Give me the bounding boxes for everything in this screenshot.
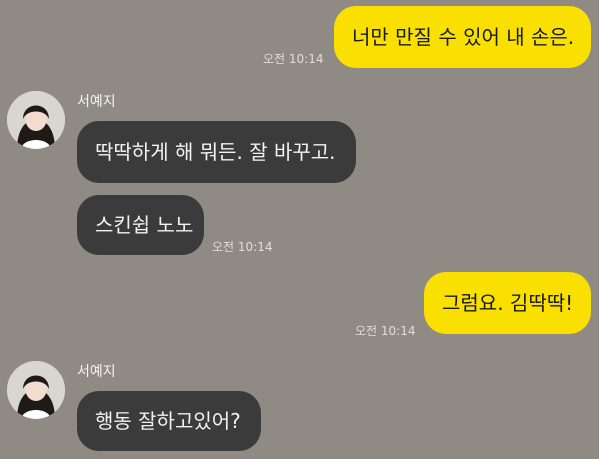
message-text: 그럼요. 김딱딱!	[442, 291, 574, 315]
incoming-message-bubble[interactable]: 딱딱하게 해 뭐든. 잘 바꾸고.	[77, 121, 356, 183]
contact-avatar[interactable]	[7, 91, 65, 149]
message-text: 스킨쉽 노노	[95, 213, 194, 237]
incoming-message-bubble[interactable]: 행동 잘하고있어?	[77, 391, 261, 451]
profile-photo-icon	[7, 361, 65, 419]
message-timestamp: 오전 10:14	[355, 324, 416, 338]
message-timestamp: 오전 10:14	[263, 52, 324, 66]
sender-name: 서예지	[77, 94, 116, 110]
profile-photo-icon	[7, 91, 65, 149]
message-text: 딱딱하게 해 뭐든. 잘 바꾸고.	[95, 140, 336, 164]
message-text: 너만 만질 수 있어 내 손은.	[352, 25, 575, 49]
outgoing-message-bubble[interactable]: 너만 만질 수 있어 내 손은.	[334, 6, 591, 68]
sender-name: 서예지	[77, 364, 116, 380]
chat-area: 너만 만질 수 있어 내 손은. 오전 10:14 서예지 딱딱하게 해 뭐든.…	[0, 0, 599, 459]
message-text: 행동 잘하고있어?	[95, 409, 241, 433]
incoming-message-bubble[interactable]: 스킨쉽 노노	[77, 195, 204, 255]
outgoing-message-bubble[interactable]: 그럼요. 김딱딱!	[424, 272, 591, 334]
message-timestamp: 오전 10:14	[212, 240, 273, 254]
contact-avatar[interactable]	[7, 361, 65, 419]
